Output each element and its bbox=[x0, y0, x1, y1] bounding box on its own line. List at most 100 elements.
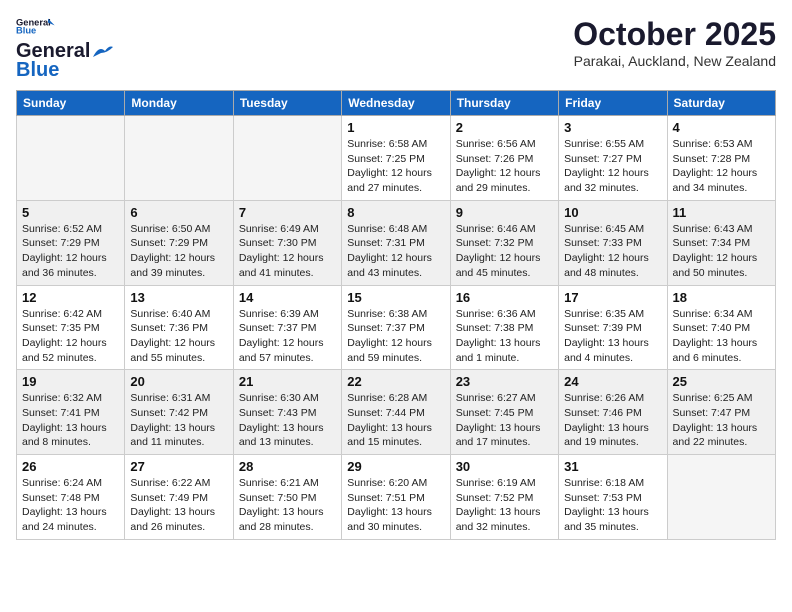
day-number: 20 bbox=[130, 374, 227, 389]
day-number: 1 bbox=[347, 120, 444, 135]
calendar-cell: 29 Sunrise: 6:20 AM Sunset: 7:51 PM Dayli… bbox=[342, 455, 450, 540]
day-info: Sunrise: 6:19 AM Sunset: 7:52 PM Dayligh… bbox=[456, 476, 553, 535]
day-info: Sunrise: 6:50 AM Sunset: 7:29 PM Dayligh… bbox=[130, 222, 227, 281]
calendar-cell: 31 Sunrise: 6:18 AM Sunset: 7:53 PM Dayli… bbox=[559, 455, 667, 540]
day-number: 30 bbox=[456, 459, 553, 474]
day-number: 27 bbox=[130, 459, 227, 474]
day-number: 6 bbox=[130, 205, 227, 220]
day-info: Sunrise: 6:43 AM Sunset: 7:34 PM Dayligh… bbox=[673, 222, 770, 281]
day-number: 4 bbox=[673, 120, 770, 135]
calendar-cell bbox=[667, 455, 775, 540]
day-info: Sunrise: 6:55 AM Sunset: 7:27 PM Dayligh… bbox=[564, 137, 661, 196]
day-number: 7 bbox=[239, 205, 336, 220]
day-info: Sunrise: 6:34 AM Sunset: 7:40 PM Dayligh… bbox=[673, 307, 770, 366]
day-number: 22 bbox=[347, 374, 444, 389]
logo-bird-icon bbox=[91, 43, 113, 61]
calendar-cell: 27 Sunrise: 6:22 AM Sunset: 7:49 PM Dayli… bbox=[125, 455, 233, 540]
calendar-cell: 30 Sunrise: 6:19 AM Sunset: 7:52 PM Dayli… bbox=[450, 455, 558, 540]
day-info: Sunrise: 6:21 AM Sunset: 7:50 PM Dayligh… bbox=[239, 476, 336, 535]
day-info: Sunrise: 6:20 AM Sunset: 7:51 PM Dayligh… bbox=[347, 476, 444, 535]
day-info: Sunrise: 6:56 AM Sunset: 7:26 PM Dayligh… bbox=[456, 137, 553, 196]
day-info: Sunrise: 6:46 AM Sunset: 7:32 PM Dayligh… bbox=[456, 222, 553, 281]
day-info: Sunrise: 6:52 AM Sunset: 7:29 PM Dayligh… bbox=[22, 222, 119, 281]
calendar-cell: 17 Sunrise: 6:35 AM Sunset: 7:39 PM Dayli… bbox=[559, 285, 667, 370]
day-info: Sunrise: 6:35 AM Sunset: 7:39 PM Dayligh… bbox=[564, 307, 661, 366]
calendar-week-row: 5 Sunrise: 6:52 AM Sunset: 7:29 PM Daylig… bbox=[17, 200, 776, 285]
calendar-week-row: 26Sunrise: 6:24 AM Sunset: 7:48 PM Dayli… bbox=[17, 455, 776, 540]
calendar-cell: 28 Sunrise: 6:21 AM Sunset: 7:50 PM Dayli… bbox=[233, 455, 341, 540]
weekday-header-wednesday: Wednesday bbox=[342, 91, 450, 116]
logo-icon: General Blue bbox=[16, 16, 56, 36]
calendar-title: October 2025 bbox=[573, 16, 776, 53]
day-number: 2 bbox=[456, 120, 553, 135]
calendar-cell: 15Sunrise: 6:38 AM Sunset: 7:37 PM Dayli… bbox=[342, 285, 450, 370]
day-info: Sunrise: 6:18 AM Sunset: 7:53 PM Dayligh… bbox=[564, 476, 661, 535]
calendar-table: SundayMondayTuesdayWednesdayThursdayFrid… bbox=[16, 90, 776, 540]
calendar-cell bbox=[125, 116, 233, 201]
weekday-header-row: SundayMondayTuesdayWednesdayThursdayFrid… bbox=[17, 91, 776, 116]
day-number: 10 bbox=[564, 205, 661, 220]
calendar-week-row: 19 Sunrise: 6:32 AM Sunset: 7:41 PM Dayli… bbox=[17, 370, 776, 455]
svg-text:Blue: Blue bbox=[16, 25, 36, 35]
day-number: 17 bbox=[564, 290, 661, 305]
day-number: 3 bbox=[564, 120, 661, 135]
day-number: 14 bbox=[239, 290, 336, 305]
title-section: October 2025 Parakai, Auckland, New Zeal… bbox=[573, 16, 776, 69]
calendar-cell: 23Sunrise: 6:27 AM Sunset: 7:45 PM Dayli… bbox=[450, 370, 558, 455]
day-number: 5 bbox=[22, 205, 119, 220]
day-number: 24 bbox=[564, 374, 661, 389]
day-info: Sunrise: 6:27 AM Sunset: 7:45 PM Dayligh… bbox=[456, 391, 553, 450]
calendar-cell: 26Sunrise: 6:24 AM Sunset: 7:48 PM Dayli… bbox=[17, 455, 125, 540]
day-info: Sunrise: 6:31 AM Sunset: 7:42 PM Dayligh… bbox=[130, 391, 227, 450]
calendar-cell: 10Sunrise: 6:45 AM Sunset: 7:33 PM Dayli… bbox=[559, 200, 667, 285]
day-info: Sunrise: 6:36 AM Sunset: 7:38 PM Dayligh… bbox=[456, 307, 553, 366]
calendar-cell: 2 Sunrise: 6:56 AM Sunset: 7:26 PM Daylig… bbox=[450, 116, 558, 201]
day-info: Sunrise: 6:48 AM Sunset: 7:31 PM Dayligh… bbox=[347, 222, 444, 281]
day-number: 12 bbox=[22, 290, 119, 305]
calendar-cell: 25Sunrise: 6:25 AM Sunset: 7:47 PM Dayli… bbox=[667, 370, 775, 455]
calendar-cell: 18Sunrise: 6:34 AM Sunset: 7:40 PM Dayli… bbox=[667, 285, 775, 370]
calendar-cell: 4 Sunrise: 6:53 AM Sunset: 7:28 PM Daylig… bbox=[667, 116, 775, 201]
weekday-header-friday: Friday bbox=[559, 91, 667, 116]
day-info: Sunrise: 6:28 AM Sunset: 7:44 PM Dayligh… bbox=[347, 391, 444, 450]
day-info: Sunrise: 6:42 AM Sunset: 7:35 PM Dayligh… bbox=[22, 307, 119, 366]
calendar-cell: 24 Sunrise: 6:26 AM Sunset: 7:46 PM Dayli… bbox=[559, 370, 667, 455]
calendar-cell: 22 Sunrise: 6:28 AM Sunset: 7:44 PM Dayli… bbox=[342, 370, 450, 455]
calendar-cell: 6 Sunrise: 6:50 AM Sunset: 7:29 PM Daylig… bbox=[125, 200, 233, 285]
page-header: General Blue General Blue October 2025 P… bbox=[16, 16, 776, 82]
day-number: 26 bbox=[22, 459, 119, 474]
day-info: Sunrise: 6:26 AM Sunset: 7:46 PM Dayligh… bbox=[564, 391, 661, 450]
day-number: 16 bbox=[456, 290, 553, 305]
calendar-cell: 11 Sunrise: 6:43 AM Sunset: 7:34 PM Dayli… bbox=[667, 200, 775, 285]
calendar-week-row: 12 Sunrise: 6:42 AM Sunset: 7:35 PM Dayli… bbox=[17, 285, 776, 370]
calendar-cell: 7Sunrise: 6:49 AM Sunset: 7:30 PM Daylig… bbox=[233, 200, 341, 285]
calendar-cell bbox=[233, 116, 341, 201]
calendar-cell: 20 Sunrise: 6:31 AM Sunset: 7:42 PM Dayli… bbox=[125, 370, 233, 455]
calendar-cell bbox=[17, 116, 125, 201]
calendar-cell: 14 Sunrise: 6:39 AM Sunset: 7:37 PM Dayli… bbox=[233, 285, 341, 370]
calendar-cell: 12 Sunrise: 6:42 AM Sunset: 7:35 PM Dayli… bbox=[17, 285, 125, 370]
logo-blue: Blue bbox=[16, 59, 59, 82]
day-number: 29 bbox=[347, 459, 444, 474]
day-number: 28 bbox=[239, 459, 336, 474]
day-number: 21 bbox=[239, 374, 336, 389]
calendar-cell: 8 Sunrise: 6:48 AM Sunset: 7:31 PM Daylig… bbox=[342, 200, 450, 285]
day-info: Sunrise: 6:39 AM Sunset: 7:37 PM Dayligh… bbox=[239, 307, 336, 366]
calendar-week-row: 1 Sunrise: 6:58 AM Sunset: 7:25 PM Daylig… bbox=[17, 116, 776, 201]
calendar-cell: 5 Sunrise: 6:52 AM Sunset: 7:29 PM Daylig… bbox=[17, 200, 125, 285]
calendar-cell: 21 Sunrise: 6:30 AM Sunset: 7:43 PM Dayli… bbox=[233, 370, 341, 455]
day-number: 19 bbox=[22, 374, 119, 389]
day-info: Sunrise: 6:32 AM Sunset: 7:41 PM Dayligh… bbox=[22, 391, 119, 450]
day-number: 11 bbox=[673, 205, 770, 220]
day-info: Sunrise: 6:53 AM Sunset: 7:28 PM Dayligh… bbox=[673, 137, 770, 196]
day-info: Sunrise: 6:58 AM Sunset: 7:25 PM Dayligh… bbox=[347, 137, 444, 196]
day-number: 31 bbox=[564, 459, 661, 474]
calendar-cell: 9 Sunrise: 6:46 AM Sunset: 7:32 PM Daylig… bbox=[450, 200, 558, 285]
weekday-header-saturday: Saturday bbox=[667, 91, 775, 116]
logo: General Blue General Blue bbox=[16, 16, 114, 82]
day-info: Sunrise: 6:22 AM Sunset: 7:49 PM Dayligh… bbox=[130, 476, 227, 535]
day-number: 8 bbox=[347, 205, 444, 220]
calendar-cell: 3 Sunrise: 6:55 AM Sunset: 7:27 PM Daylig… bbox=[559, 116, 667, 201]
day-number: 9 bbox=[456, 205, 553, 220]
day-info: Sunrise: 6:30 AM Sunset: 7:43 PM Dayligh… bbox=[239, 391, 336, 450]
